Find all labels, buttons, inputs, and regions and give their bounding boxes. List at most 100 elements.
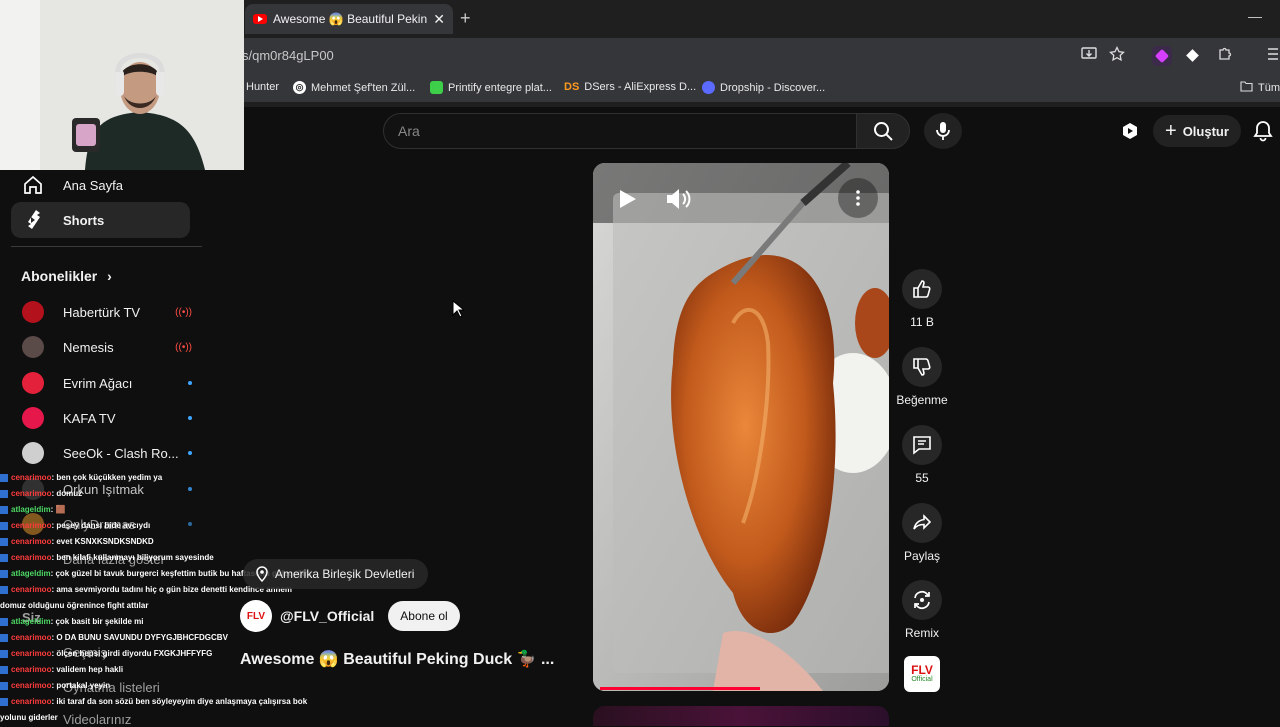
chat-username: cenarimoo — [11, 585, 52, 594]
comments-button[interactable] — [902, 425, 942, 465]
chat-username: cenarimoo — [11, 681, 52, 690]
chevron-right-icon: › — [107, 268, 112, 284]
create-button[interactable]: + Oluştur — [1153, 115, 1241, 147]
chat-username: cenarimoo — [11, 697, 52, 706]
avatar — [22, 301, 44, 323]
browser-tab-active[interactable]: Awesome 😱 Beautiful Peking ✕ — [245, 4, 453, 34]
microphone-icon — [936, 122, 950, 140]
volume-button[interactable] — [663, 184, 693, 214]
shorts-puzzle-icon[interactable] — [1120, 121, 1140, 141]
mouse-cursor-icon — [452, 299, 466, 323]
channel-avatar-text: FLV — [246, 610, 266, 622]
bookmark-all-folder[interactable]: Tüm — [1240, 81, 1280, 95]
like-action[interactable]: 11 B — [894, 269, 950, 329]
subscriptions-title: Abonelikler — [21, 268, 98, 284]
bookmark-label: Dropship - Discover... — [720, 81, 826, 94]
chat-badge-icon — [0, 649, 8, 658]
notifications-bell-icon[interactable] — [1253, 120, 1273, 142]
chat-text: : O DA BUNU SAVUNDU DYFYGJBHCFDGCBV — [51, 633, 228, 642]
sidebar-item-shorts[interactable]: Shorts — [11, 202, 190, 238]
sidebar-divider — [11, 246, 202, 247]
share-label: Paylaş — [903, 549, 941, 563]
bookmark-label: Hunter — [246, 81, 280, 93]
avatar — [22, 372, 44, 394]
channel-logo-subtext: Official — [911, 676, 933, 683]
chat-text: : domuz — [51, 489, 83, 498]
chat-username: atlageldim — [11, 505, 51, 514]
channel-name[interactable]: @FLV_Official — [280, 608, 374, 624]
chat-message: cenarimoo: peşey dansı bide avcıydı — [0, 518, 330, 534]
chat-message: yolunu giderler — [0, 710, 330, 726]
bookmark-label: Mehmet Şef'ten Zül... — [311, 81, 416, 94]
bookmark-label: Tüm — [1258, 82, 1280, 94]
bookmark-dsers[interactable]: DS DSers - AliExpress D... — [564, 81, 696, 93]
subscription-item[interactable]: SeeOk - Clash Ro... — [22, 438, 192, 468]
chat-message: cenarimoo: O DA BUNU SAVUNDU DYFYGJBHCFD… — [0, 630, 330, 646]
url-field[interactable]: s/qm0r84gLP00 — [242, 48, 334, 63]
subscription-item[interactable]: Nemesis ((•)) — [22, 332, 192, 362]
channel-thumbnail[interactable]: FLV Official — [904, 656, 940, 692]
subscribe-button[interactable]: Abone ol — [388, 601, 460, 631]
chat-message: cenarimoo: portakal yeyin — [0, 678, 330, 694]
video-progress-bar[interactable] — [600, 687, 760, 690]
search-button[interactable] — [856, 113, 910, 149]
dislike-action[interactable]: Beğenme — [894, 347, 950, 407]
chat-text: : 🟫 — [50, 505, 66, 514]
bookmark-mehmet[interactable]: ◎ Mehmet Şef'ten Zül... — [293, 81, 415, 94]
chat-message: atlageldim: 🟫 — [0, 502, 330, 518]
sidebar-item-label: Shorts — [63, 212, 105, 228]
chat-text: : ben çok küçükken yedim ya — [51, 473, 163, 482]
new-content-dot — [188, 381, 192, 385]
dislike-button[interactable] — [902, 347, 942, 387]
location-chip[interactable]: Amerika Birleşik Devletleri — [243, 559, 429, 589]
more-options-button[interactable] — [838, 178, 878, 218]
chat-badge-icon — [0, 553, 8, 562]
chat-username: cenarimoo — [11, 521, 52, 530]
chat-badge-icon — [0, 521, 8, 530]
new-tab-button[interactable]: + — [460, 8, 471, 29]
share-action[interactable]: Paylaş — [894, 503, 950, 563]
shorts-video-player[interactable] — [593, 163, 889, 691]
voice-search-button[interactable] — [924, 113, 962, 149]
location-pin-icon — [256, 566, 268, 582]
puzzle-icon[interactable] — [1214, 46, 1236, 67]
search-icon — [874, 122, 893, 141]
subscription-item[interactable]: Habertürk TV ((•)) — [22, 297, 192, 327]
window-minimize-button[interactable]: — — [1248, 8, 1262, 24]
subscription-item[interactable]: KAFA TV — [22, 403, 192, 433]
bookmarks-bar-icon[interactable] — [1262, 46, 1280, 67]
tab-close-icon[interactable]: ✕ — [433, 11, 445, 28]
chat-badge-icon — [0, 569, 8, 578]
chat-text: : ölçen hepsi girdi diyordu FXGKJHFFYFG — [51, 649, 213, 658]
bookmark-printify[interactable]: Printify entegre plat... — [430, 81, 552, 94]
remix-button[interactable] — [902, 580, 942, 620]
star-icon[interactable] — [1106, 45, 1128, 67]
chat-username: cenarimoo — [11, 473, 52, 482]
bookmark-hunter[interactable]: Hunter — [246, 81, 279, 93]
chat-username: cenarimoo — [11, 633, 52, 642]
short-title[interactable]: Awesome 😱 Beautiful Peking Duck 🦆 ... — [240, 649, 554, 669]
chat-username: cenarimoo — [11, 489, 52, 498]
sidebar-item-home[interactable]: Ana Sayfa — [11, 167, 190, 203]
thumbs-up-icon — [913, 280, 931, 298]
comments-action[interactable]: 55 — [894, 425, 950, 485]
search-input[interactable]: Ara — [383, 113, 857, 149]
install-icon[interactable] — [1078, 46, 1100, 67]
chat-text: : portakal yeyin — [51, 681, 111, 690]
chat-message: cenarimoo: evet KSNXKSNDKSNDKD — [0, 534, 330, 550]
remix-action[interactable]: Remix — [894, 580, 950, 640]
like-button[interactable] — [902, 269, 942, 309]
live-indicator-icon: ((•)) — [175, 341, 192, 353]
play-button[interactable] — [612, 184, 642, 214]
share-button[interactable] — [902, 503, 942, 543]
volume-icon — [667, 189, 691, 209]
stream-chat-overlay: cenarimoo: ben çok küçükken yedim ya cena… — [0, 470, 330, 726]
subscriptions-heading[interactable]: Abonelikler › — [21, 268, 112, 284]
chat-username: atlageldim — [11, 569, 51, 578]
extension-purple-icon[interactable] — [1152, 46, 1172, 66]
chat-message: cenarimoo: iki taraf da son sözü ben söy… — [0, 694, 330, 710]
bookmark-dropship[interactable]: Dropship - Discover... — [702, 81, 825, 94]
channel-avatar[interactable]: FLV — [240, 600, 272, 632]
next-short-preview[interactable] — [593, 706, 889, 726]
subscription-item[interactable]: Evrim Ağacı — [22, 368, 192, 398]
